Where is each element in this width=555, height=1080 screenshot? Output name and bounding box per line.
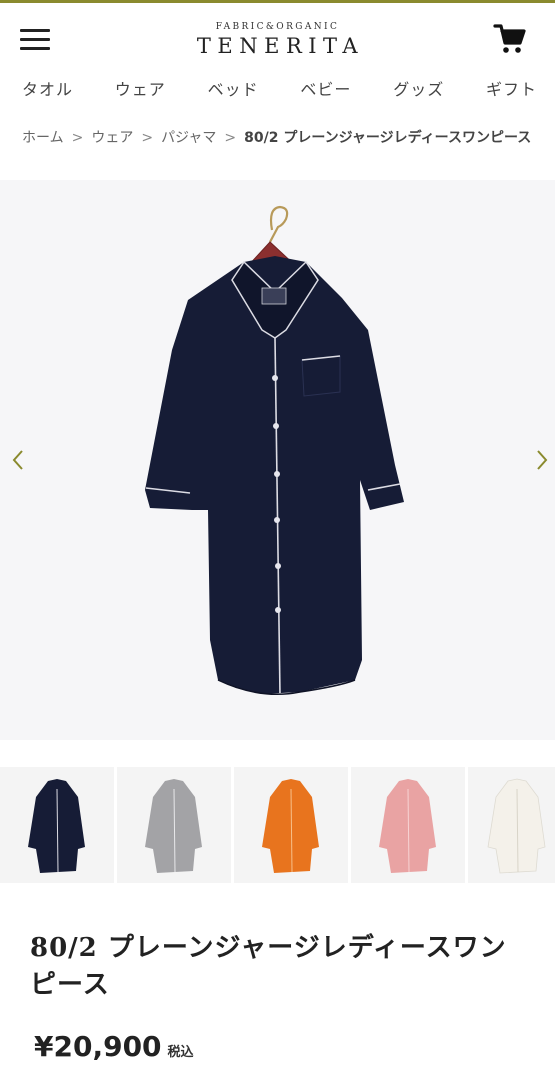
site-header: FABRIC&ORGANIC TENERITA	[0, 3, 555, 67]
garment-image	[145, 205, 404, 696]
breadcrumb-wear[interactable]: ウェア	[91, 130, 133, 146]
breadcrumb-separator: >	[141, 130, 154, 146]
product-price: ¥20,900	[34, 1030, 162, 1063]
breadcrumb: ホーム > ウェア > パジャマ >80/2 プレーンジャージレディースワンピース	[22, 125, 555, 151]
product-title: 80/2 プレーンジャージレディースワンピース	[30, 933, 507, 1000]
product-price-row: ¥20,900 税込	[34, 1030, 194, 1063]
logo-title: TENERITA	[196, 34, 365, 58]
breadcrumb-separator: >	[224, 130, 237, 146]
cart-icon[interactable]	[492, 21, 528, 57]
logo-subtitle: FABRIC&ORGANIC	[215, 22, 340, 32]
breadcrumb-separator: >	[71, 130, 84, 146]
chevron-left-icon[interactable]	[8, 447, 28, 473]
site-logo[interactable]: FABRIC&ORGANIC TENERITA	[0, 21, 555, 59]
thumbnail-gray[interactable]	[117, 767, 231, 883]
chevron-right-icon[interactable]	[532, 447, 552, 473]
nav-item-goods[interactable]: グッズ	[393, 76, 444, 106]
thumbnail-strip	[0, 767, 555, 883]
breadcrumb-current: 80/2 プレーンジャージレディースワンピース	[244, 130, 532, 146]
breadcrumb-pajama[interactable]: パジャマ	[161, 130, 216, 146]
nav-item-baby[interactable]: ベビー	[300, 76, 351, 106]
nav-item-wear[interactable]: ウェア	[115, 76, 166, 106]
thumbnail-orange[interactable]	[234, 767, 348, 883]
category-nav: タオル ウェア ベッド ベビー グッズ ギフト	[0, 76, 555, 106]
breadcrumb-home[interactable]: ホーム	[22, 130, 64, 146]
thumbnail-navy[interactable]	[0, 767, 114, 883]
thumbnail-white[interactable]	[468, 767, 555, 883]
nav-item-gift[interactable]: ギフト	[486, 76, 537, 106]
main-product-image[interactable]	[0, 180, 555, 740]
tax-label: 税込	[167, 1045, 194, 1060]
nav-item-bed[interactable]: ベッド	[208, 76, 259, 106]
nav-item-towel[interactable]: タオル	[22, 76, 73, 106]
thumbnail-pink[interactable]	[351, 767, 465, 883]
